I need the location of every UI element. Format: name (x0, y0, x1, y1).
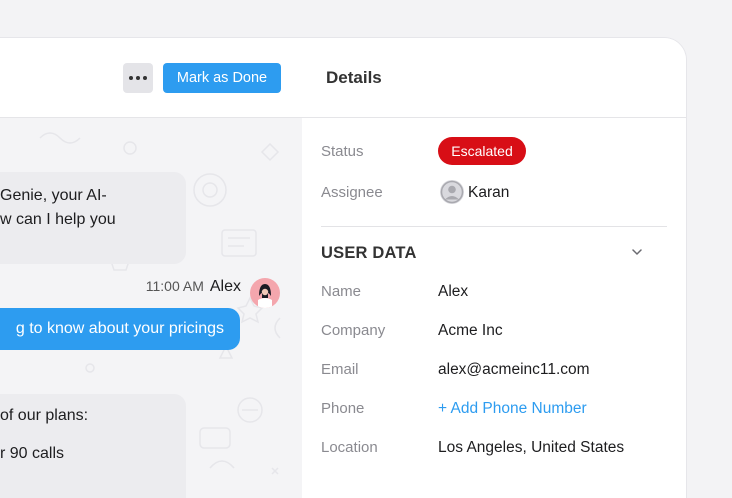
section-divider (321, 226, 667, 227)
email-label: Email (321, 361, 359, 378)
name-value: Alex (438, 283, 469, 300)
message-line: r 90 calls (0, 445, 65, 462)
message-meta: 11:00 AM Alex (146, 278, 241, 296)
chat-messages[interactable]: Genie, your AI- w can I help you 11:00 A… (0, 118, 302, 498)
add-phone-number-link[interactable]: + Add Phone Number (438, 400, 587, 418)
company-value: Acme Inc (438, 322, 503, 339)
message-line: Genie, your AI- (0, 187, 107, 204)
chat-pane: Mark as Done Genie, your AI- w can I hel… (0, 38, 303, 498)
assignee-label: Assignee (321, 184, 383, 201)
status-label: Status (321, 143, 364, 160)
chat-header: Mark as Done (0, 38, 302, 118)
user-data-section-title: USER DATA (321, 244, 417, 262)
assignee-avatar-icon (440, 180, 464, 204)
user-avatar (250, 278, 280, 308)
details-panel: Details Status Escalated Assignee Karan … (302, 38, 686, 498)
details-header: Details (302, 38, 686, 118)
location-label: Location (321, 439, 378, 456)
message-bubble-incoming: of our plans: r 90 calls (0, 394, 186, 498)
message-sender-name: Alex (209, 278, 241, 295)
status-badge[interactable]: Escalated (438, 137, 526, 165)
name-label: Name (321, 283, 362, 300)
conversation-card: Mark as Done Genie, your AI- w can I hel… (0, 38, 686, 498)
person-avatar-icon (258, 284, 272, 308)
message-bubble-outgoing: g to know about your pricings (0, 308, 240, 350)
message-bubble-incoming: Genie, your AI- w can I help you (0, 172, 186, 264)
message-text: g to know about your pricings (15, 320, 224, 337)
phone-label: Phone (321, 400, 365, 417)
message-line: w can I help you (0, 211, 116, 228)
message-time: 11:00 AM (145, 278, 204, 294)
company-label: Company (321, 322, 386, 339)
more-horizontal-icon (129, 76, 133, 80)
location-value: Los Angeles, United States (438, 439, 625, 456)
assignee-name[interactable]: Karan (468, 184, 509, 202)
details-title: Details (326, 68, 382, 87)
message-line: of our plans: (0, 407, 89, 424)
email-value: alex@acmeinc11.com (438, 361, 590, 378)
mark-as-done-button[interactable]: Mark as Done (163, 63, 281, 93)
more-options-button[interactable] (123, 63, 153, 93)
chevron-down-icon[interactable] (630, 245, 644, 259)
